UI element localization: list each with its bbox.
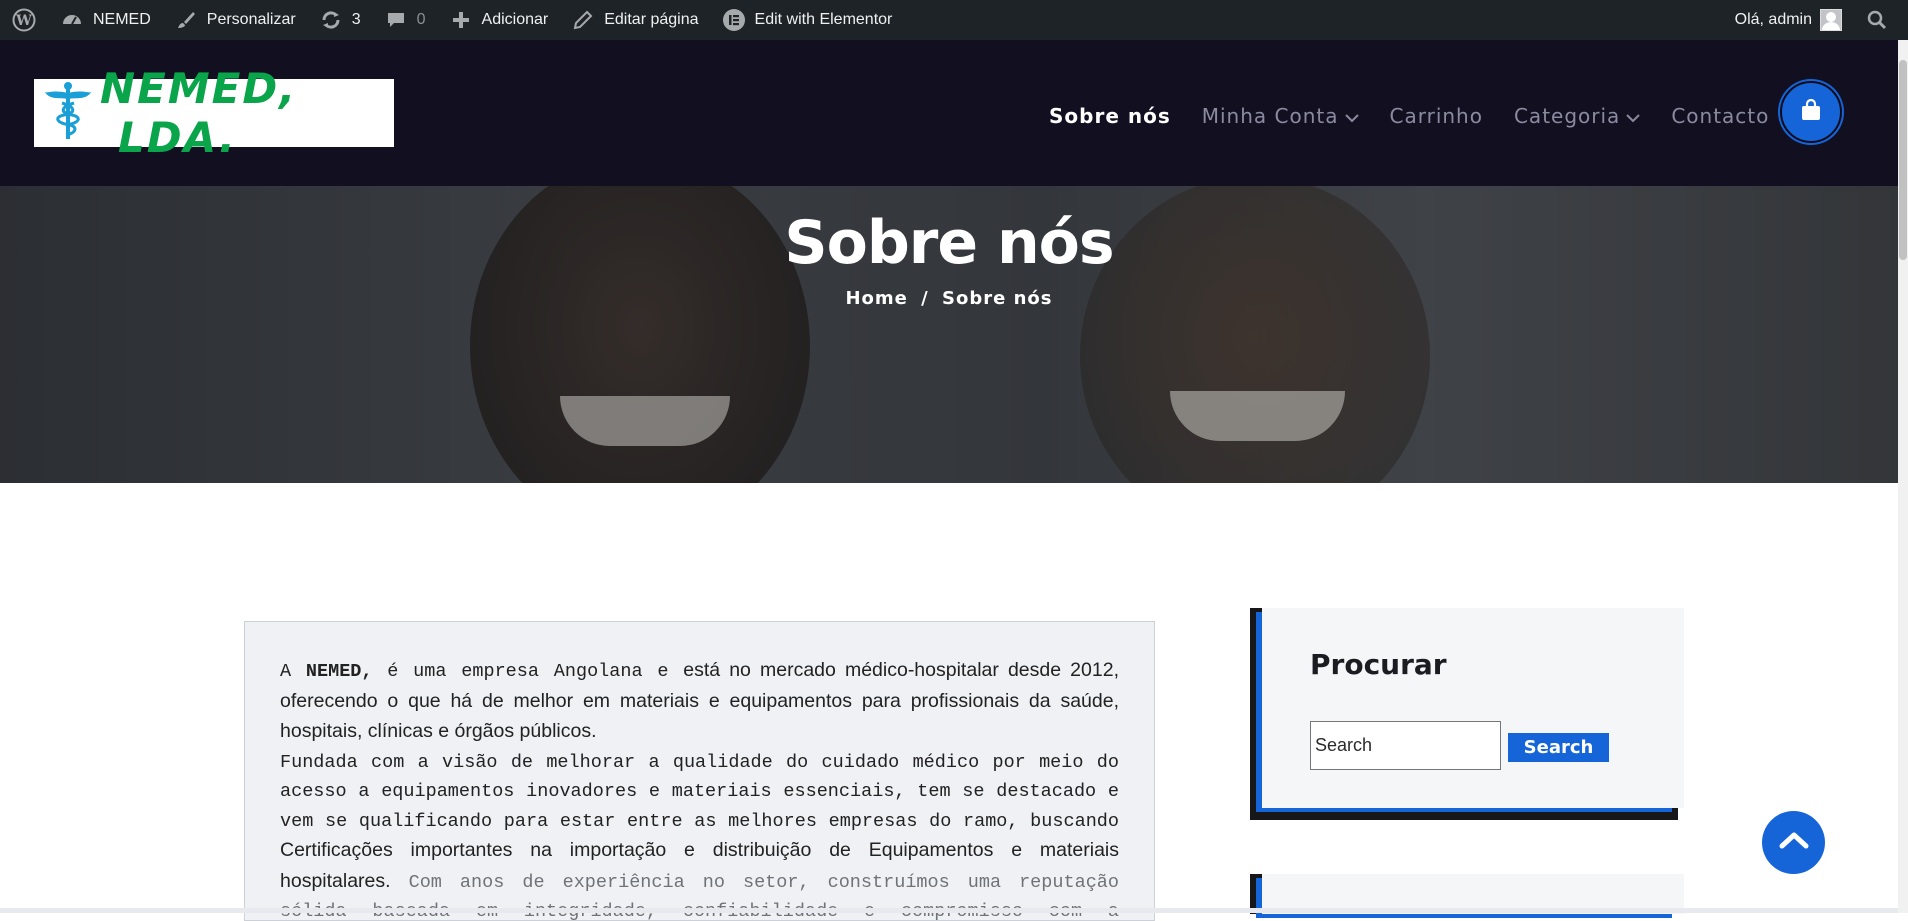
nav-label: Categoria bbox=[1514, 104, 1620, 128]
nav-item-contacto[interactable]: Contacto bbox=[1671, 104, 1769, 128]
search-button[interactable]: Search bbox=[1508, 733, 1609, 762]
elementor-link[interactable]: Edit with Elementor bbox=[710, 0, 904, 40]
elementor-label: Edit with Elementor bbox=[755, 11, 893, 29]
admin-bar: W NEMED Personalizar 3 0 Adicionar bbox=[0, 0, 1908, 40]
nav-label: Sobre nós bbox=[1049, 104, 1171, 128]
chevron-down-icon bbox=[1345, 104, 1359, 128]
brush-icon bbox=[173, 7, 199, 33]
nav-label: Contacto bbox=[1671, 104, 1769, 128]
logo-text: NEMED, LDA. bbox=[100, 64, 394, 162]
p1-start: A bbox=[280, 661, 306, 682]
site-name-menu[interactable]: NEMED bbox=[48, 0, 162, 40]
elementor-icon bbox=[721, 7, 747, 33]
site-header: NEMED, LDA. Sobre nós Minha Conta Carrin… bbox=[0, 40, 1898, 186]
p2-start: Fundada com a visão de melhorar a qualid… bbox=[280, 752, 1119, 832]
comments-count: 0 bbox=[417, 11, 426, 29]
site-logo[interactable]: NEMED, LDA. bbox=[34, 79, 394, 147]
nav-item-sobre-nos[interactable]: Sobre nós bbox=[1049, 104, 1171, 128]
nav-item-categoria[interactable]: Categoria bbox=[1514, 104, 1640, 128]
main-nav: Sobre nós Minha Conta Carrinho Categoria… bbox=[1049, 98, 1800, 134]
breadcrumb-separator: / bbox=[921, 288, 929, 309]
comments-link[interactable]: 0 bbox=[372, 0, 437, 40]
brand-name: NEMED, bbox=[306, 661, 373, 682]
chevron-down-icon bbox=[1626, 104, 1640, 128]
back-to-top-button[interactable] bbox=[1762, 811, 1825, 874]
shopping-bag-icon bbox=[1799, 98, 1823, 127]
updates-count: 3 bbox=[352, 11, 361, 29]
p1-middle: é uma empresa Angolana e bbox=[373, 661, 684, 682]
nav-item-carrinho[interactable]: Carrinho bbox=[1390, 104, 1483, 128]
refresh-icon bbox=[318, 7, 344, 33]
scrollbar-thumb[interactable] bbox=[1899, 60, 1907, 260]
edit-page-label: Editar página bbox=[604, 11, 698, 29]
greeting-label: Olá, admin bbox=[1735, 11, 1812, 29]
site-name-label: NEMED bbox=[93, 11, 151, 29]
search-icon bbox=[1864, 7, 1890, 33]
plus-icon bbox=[448, 7, 474, 33]
logo-suffix: LDA. bbox=[118, 113, 237, 162]
p2-end: Com anos de experiência no setor, constr… bbox=[280, 872, 1119, 921]
page-divider bbox=[0, 908, 1898, 913]
add-new-label: Adicionar bbox=[482, 11, 549, 29]
add-new-menu[interactable]: Adicionar bbox=[437, 0, 560, 40]
nav-item-minha-conta[interactable]: Minha Conta bbox=[1202, 104, 1359, 128]
chevron-up-icon bbox=[1779, 830, 1809, 855]
about-paragraph-2: Fundada com a visão de melhorar a qualid… bbox=[280, 748, 1119, 921]
search-widget: Procurar Search bbox=[1250, 608, 1678, 820]
search-widget-panel: Procurar Search bbox=[1262, 608, 1684, 808]
breadcrumb: Home / Sobre nós bbox=[0, 288, 1898, 309]
account-menu[interactable]: Olá, admin bbox=[1724, 0, 1853, 40]
about-paragraph-1: A NEMED, é uma empresa Angolana e está n… bbox=[280, 656, 1119, 748]
nav-label: Carrinho bbox=[1390, 104, 1483, 128]
search-input[interactable] bbox=[1310, 721, 1501, 770]
cart-button[interactable] bbox=[1780, 81, 1842, 143]
breadcrumb-home-link[interactable]: Home bbox=[845, 288, 907, 309]
logo-name: NEMED, bbox=[100, 64, 297, 113]
caduceus-icon bbox=[42, 81, 94, 146]
page-scrollbar[interactable] bbox=[1898, 40, 1908, 913]
about-content: A NEMED, é uma empresa Angolana e está n… bbox=[244, 621, 1155, 921]
nav-label: Minha Conta bbox=[1202, 104, 1339, 128]
updates-link[interactable]: 3 bbox=[307, 0, 372, 40]
comment-icon bbox=[383, 7, 409, 33]
wordpress-logo-menu[interactable]: W bbox=[0, 0, 48, 40]
edit-page-link[interactable]: Editar página bbox=[559, 0, 709, 40]
admin-search-toggle[interactable] bbox=[1853, 0, 1908, 40]
pencil-icon bbox=[570, 7, 596, 33]
widget-title: Procurar bbox=[1310, 648, 1447, 681]
page-title: Sobre nós bbox=[0, 208, 1898, 278]
customize-link[interactable]: Personalizar bbox=[162, 0, 307, 40]
svg-text:W: W bbox=[15, 13, 32, 29]
avatar bbox=[1820, 9, 1842, 31]
customize-label: Personalizar bbox=[207, 11, 296, 29]
wordpress-icon: W bbox=[11, 7, 37, 33]
breadcrumb-current: Sobre nós bbox=[942, 288, 1052, 309]
page-hero: Sobre nós Home / Sobre nós bbox=[0, 186, 1898, 483]
dashboard-icon bbox=[59, 7, 85, 33]
